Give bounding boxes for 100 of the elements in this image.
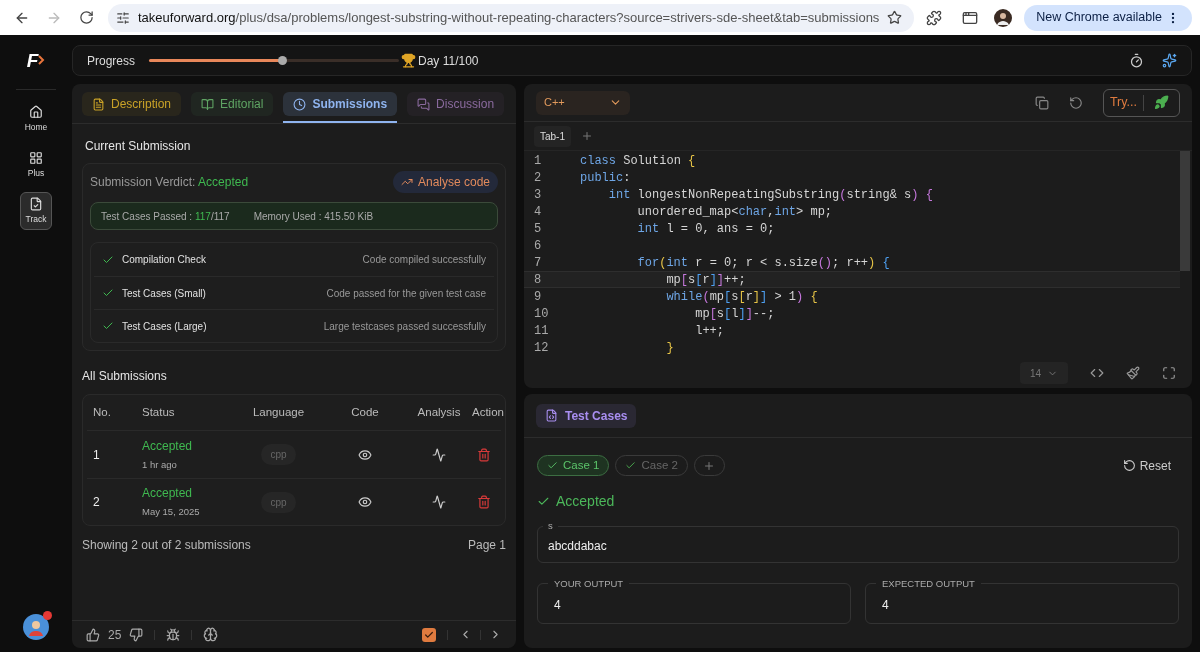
test-cases-tab[interactable]: Test Cases (536, 403, 637, 428)
bookmark-star-icon[interactable] (887, 10, 903, 25)
test-cases-passed: Test Cases Passed : 117/117 (101, 209, 230, 224)
like-count: 25 (108, 626, 122, 644)
line-number: 7 (533, 254, 543, 272)
column-header: No. (93, 404, 112, 420)
line-number: 10 (533, 305, 550, 323)
problem-tab[interactable]: Description (82, 92, 182, 116)
chevron-icon (38, 55, 46, 65)
check-result: Large testcases passed successfully (323, 319, 486, 334)
bug-icon[interactable] (166, 627, 181, 642)
submission-time: 1 hr ago (142, 457, 178, 472)
code-line: mp[s[r]]++; (665, 271, 746, 289)
code-line: int l = 0, ans = 0; (636, 220, 775, 238)
brain-icon[interactable] (203, 627, 219, 642)
problem-tab[interactable]: Editorial (191, 92, 274, 116)
rocket-icon (1154, 95, 1169, 110)
try-button[interactable]: Try... (1103, 89, 1143, 116)
line-number: 12 (533, 339, 550, 357)
problem-tab[interactable]: Submissions (283, 92, 398, 116)
check-name: Compilation Check (122, 253, 206, 267)
sidebar-item[interactable]: Plus (20, 146, 52, 184)
language-tag: cpp (261, 444, 296, 465)
language-select[interactable]: C++ (536, 90, 630, 115)
accepted-check-icon (537, 495, 550, 508)
view-code-icon[interactable] (358, 447, 372, 462)
section-title: Current Submission (84, 138, 192, 155)
home-icon (29, 104, 43, 119)
code-line: class Solution { (580, 152, 696, 170)
code-line: l++; (694, 322, 725, 340)
progress-label: Progress (87, 52, 136, 70)
discussion-tab-icon (417, 97, 431, 111)
line-number: 6 (533, 237, 543, 255)
code-line: for(int r = 0; r < s.size(); r++) { (636, 254, 890, 272)
timer-icon[interactable] (1129, 53, 1144, 68)
logo[interactable]: F (26, 47, 46, 73)
editor-tab[interactable]: Tab-1 (534, 125, 571, 147)
check-result: Code passed for the given test case (326, 286, 486, 301)
line-number: 11 (533, 322, 550, 340)
scrollbar[interactable] (1180, 151, 1190, 271)
file-code-icon (545, 409, 558, 422)
format-brush-icon[interactable] (1126, 366, 1140, 380)
submission-time: May 15, 2025 (142, 505, 201, 520)
editorial-tab-icon (201, 97, 215, 111)
analysis-icon[interactable] (432, 447, 446, 462)
progress-slider[interactable] (149, 59, 400, 62)
line-number: 8 (533, 271, 543, 289)
view-code-icon[interactable] (358, 495, 372, 509)
line-number: 1 (533, 152, 543, 170)
check-name: Test Cases (Large) (122, 319, 207, 334)
memory-used: Memory Used : 415.50 KiB (253, 209, 374, 224)
solved-checkbox[interactable] (422, 627, 436, 642)
reset-button[interactable]: Reset (1122, 456, 1171, 475)
track-icon (29, 196, 43, 211)
column-header: Analysis (417, 404, 461, 420)
person-icon (27, 618, 45, 636)
table-cell-text: 2 (93, 494, 101, 511)
result-text: Accepted (556, 492, 615, 511)
site-info-icon[interactable] (116, 10, 130, 25)
status-text: Accepted (142, 485, 194, 503)
like-icon[interactable] (86, 627, 100, 642)
page-indicator: Page 1 (467, 537, 506, 554)
update-chrome-button[interactable]: New Chrome available (1024, 4, 1192, 31)
reload-icon (78, 10, 94, 25)
extensions-icon[interactable] (926, 9, 943, 26)
code-icon[interactable] (1090, 366, 1104, 380)
add-tab-icon[interactable] (581, 130, 593, 142)
code-line: public: (580, 169, 631, 187)
tab-search-icon[interactable] (962, 9, 979, 26)
user-avatar[interactable] (23, 614, 49, 640)
reset-icon (1122, 459, 1136, 472)
ai-sparkle-icon[interactable] (1162, 53, 1177, 68)
sidebar-item[interactable]: Home (20, 100, 52, 138)
copy-icon[interactable] (1034, 95, 1049, 110)
fullscreen-icon[interactable] (1162, 366, 1176, 380)
slider-thumb[interactable] (277, 56, 287, 65)
font-size-select[interactable]: 14 (1020, 362, 1068, 384)
column-header: Action (472, 404, 504, 420)
verdict-text: Submission Verdict: Accepted (90, 174, 249, 191)
delete-icon[interactable] (476, 447, 491, 462)
code-line: while(mp[s[r]] > 1) { (665, 288, 818, 306)
delete-icon[interactable] (476, 495, 491, 509)
line-number: 5 (533, 220, 543, 238)
checkmark-icon (424, 629, 434, 640)
section-title: All Submissions (82, 368, 168, 385)
line-number: 3 (533, 186, 543, 204)
sidebar-item[interactable]: Track (20, 192, 52, 230)
problem-tab[interactable]: Discussion (407, 92, 505, 116)
address-bar[interactable]: takeuforward.org/plus/dsa/problems/longest-substring-without-repeating-characters?source=strivers-sde-sheet&tab=submissions (108, 3, 915, 32)
analyse-code-button[interactable]: Analyse code (392, 171, 498, 193)
case-tab[interactable]: Case 1 (537, 455, 610, 476)
submissions-count: Showing 2 out of 2 submissions (82, 537, 251, 554)
code-line: unordered_map<char,int> mp; (636, 203, 833, 221)
profile-avatar-icon[interactable] (994, 8, 1013, 27)
check-result: Code compiled successfully (362, 253, 486, 267)
language-tag: cpp (261, 491, 296, 513)
table-cell-text: 1 (93, 446, 101, 464)
dislike-icon[interactable] (129, 627, 144, 642)
analysis-icon[interactable] (432, 495, 446, 509)
reset-code-icon[interactable] (1068, 95, 1083, 110)
